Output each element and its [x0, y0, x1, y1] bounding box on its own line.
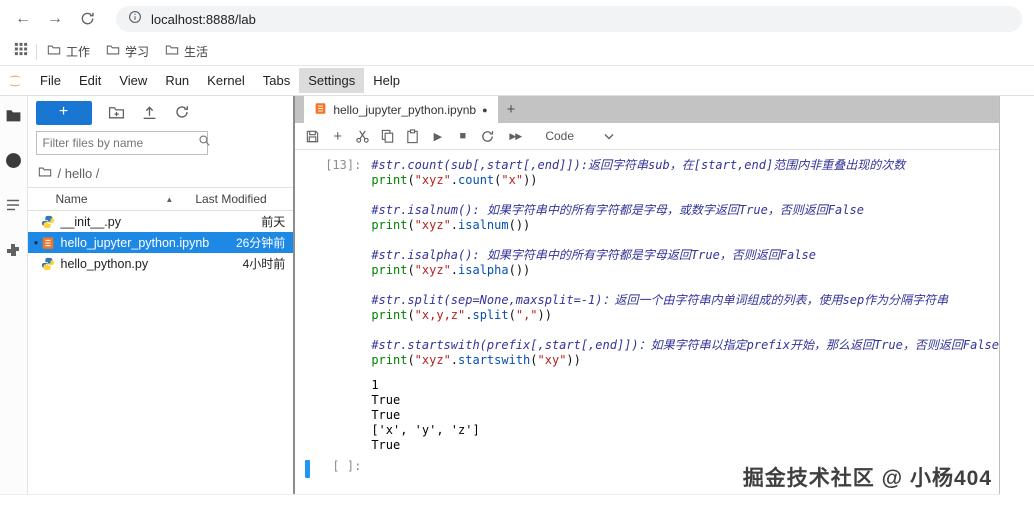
folder-icon [47, 43, 61, 60]
name-column-label: Name [55, 192, 88, 206]
sidebar-tab-strip [0, 96, 28, 494]
reload-icon[interactable] [76, 10, 98, 28]
workspace: + / hello [0, 96, 1000, 495]
file-modified: 前天 [261, 215, 286, 229]
cell-code-editor[interactable] [371, 459, 999, 474]
menu-edit[interactable]: Edit [70, 68, 110, 93]
insert-cell-icon[interactable]: + [330, 128, 345, 145]
restart-kernel-icon[interactable] [480, 129, 495, 144]
cell-type-label: Code [545, 129, 574, 143]
file-filter-input[interactable] [42, 136, 198, 150]
url-text: localhost:8888/lab [151, 11, 256, 27]
file-browser-panel: + / hello [27, 96, 296, 494]
notebook-toolbar: + ▶ ■ ▶▶ Code [295, 123, 999, 150]
bookmark-folder-life[interactable]: 生活 [165, 43, 208, 60]
new-launcher-button[interactable]: + [35, 100, 92, 125]
bookmarks-bar: 工作 学习 生活 [0, 38, 1034, 66]
python-file-icon [41, 214, 56, 229]
file-list-header: Name ▲ Last Modified [27, 187, 294, 211]
address-bar[interactable]: localhost:8888/lab [116, 6, 1022, 32]
cut-cells-icon[interactable] [355, 129, 370, 144]
cell-code-editor[interactable]: #str.count(sub[,start[,end]]):返回字符串sub，在… [371, 158, 999, 453]
cell-execution-prompt: [13]: [325, 158, 362, 172]
tab-hello-jupyter-python-ipynb[interactable]: hello_jupyter_python.ipynb ● [304, 96, 498, 123]
apps-grid-icon[interactable] [14, 42, 28, 61]
site-info-icon[interactable] [128, 10, 142, 29]
extensions-icon[interactable] [4, 241, 22, 259]
refresh-icon[interactable] [174, 104, 191, 121]
back-icon[interactable]: ← [12, 10, 34, 28]
folder-icon [165, 43, 179, 60]
copy-cells-icon[interactable] [380, 129, 395, 144]
menu-run[interactable]: Run [156, 68, 198, 93]
file-modified: 26分钟前 [235, 236, 286, 250]
browser-toolbar: ← → localhost:8888/lab [0, 0, 1034, 38]
save-icon[interactable] [305, 129, 320, 144]
file-row-hello-jupyter-python-ipynb[interactable]: ● hello_jupyter_python.ipynb 26分钟前 [27, 232, 294, 253]
python-file-icon [41, 256, 56, 271]
jupyter-logo [5, 71, 25, 91]
table-of-contents-icon[interactable] [4, 196, 22, 214]
file-filter-box[interactable] [35, 131, 211, 155]
screen: ← → localhost:8888/lab 工作 学习 生活 File Edi… [0, 0, 1034, 509]
dock-tab-bar: hello_jupyter_python.ipynb ● + [295, 96, 999, 123]
chevron-down-icon [604, 129, 614, 143]
file-browser-icon[interactable] [4, 106, 22, 124]
search-icon [198, 134, 211, 152]
cell-type-dropdown[interactable]: Code [545, 129, 614, 143]
folder-icon [106, 43, 120, 60]
notebook-cells: [13]: #str.count(sub[,start[,end]]):返回字符串… [295, 150, 999, 494]
notebook-cell[interactable]: [ ]: [295, 459, 999, 478]
menu-help[interactable]: Help [364, 68, 409, 93]
divider [36, 43, 37, 60]
menu-file[interactable]: File [31, 68, 70, 93]
bookmark-label: 生活 [184, 45, 209, 59]
file-row-hello-python-py[interactable]: hello_python.py 4小时前 [28, 253, 294, 274]
kernel-running-dot: ● [33, 238, 39, 247]
file-browser-toolbar: + [28, 96, 294, 129]
interrupt-kernel-icon[interactable]: ■ [455, 129, 470, 144]
menu-tabs[interactable]: Tabs [254, 68, 299, 93]
breadcrumb-path: / hello / [57, 166, 100, 181]
sort-by-modified-header[interactable]: Last Modified [195, 192, 283, 206]
menu-kernel[interactable]: Kernel [198, 68, 254, 93]
home-folder-icon[interactable] [38, 165, 52, 182]
active-cell-indicator [305, 460, 311, 478]
new-folder-icon[interactable] [108, 104, 125, 121]
upload-icon[interactable] [141, 104, 158, 121]
tab-label: hello_jupyter_python.ipynb [333, 102, 477, 117]
sort-by-name-header[interactable]: Name ▲ [56, 192, 196, 206]
bookmark-label: 工作 [66, 45, 91, 59]
menu-settings[interactable]: Settings [299, 68, 365, 93]
add-tab-button[interactable]: + [498, 96, 525, 123]
notebook-file-icon [41, 235, 56, 250]
running-kernels-icon[interactable] [4, 151, 22, 169]
forward-icon[interactable]: → [44, 10, 66, 28]
cell-output: 1 True True ['x', 'y', 'z'] True [371, 378, 480, 452]
file-name: hello_jupyter_python.ipynb [60, 235, 210, 250]
bookmark-folder-work[interactable]: 工作 [47, 43, 90, 60]
run-cell-icon[interactable]: ▶ [430, 129, 445, 144]
file-name: __init__.py [60, 214, 121, 229]
file-row-init-py[interactable]: __init__.py 前天 [28, 211, 294, 232]
breadcrumb[interactable]: / hello / [28, 161, 294, 187]
unsaved-changes-dot: ● [482, 104, 488, 115]
file-modified: 4小时前 [242, 257, 286, 271]
notebook-cell[interactable]: [13]: #str.count(sub[,start[,end]]):返回字符串… [295, 158, 999, 453]
bookmark-folder-study[interactable]: 学习 [106, 43, 149, 60]
bookmark-label: 学习 [125, 45, 150, 59]
main-dock-panel: hello_jupyter_python.ipynb ● + + ▶ ■ ▶▶ … [295, 96, 1000, 494]
paste-cells-icon[interactable] [405, 128, 420, 144]
notebook-tab-icon [314, 102, 327, 118]
sort-ascending-icon: ▲ [165, 194, 174, 204]
menu-view[interactable]: View [110, 68, 156, 93]
file-list: __init__.py 前天 ● hello_jupyter_python.ip… [27, 211, 294, 494]
restart-run-all-icon[interactable]: ▶▶ [505, 129, 525, 144]
file-name: hello_python.py [60, 256, 149, 271]
jupyterlab-menubar: File Edit View Run Kernel Tabs Settings … [0, 66, 1034, 96]
